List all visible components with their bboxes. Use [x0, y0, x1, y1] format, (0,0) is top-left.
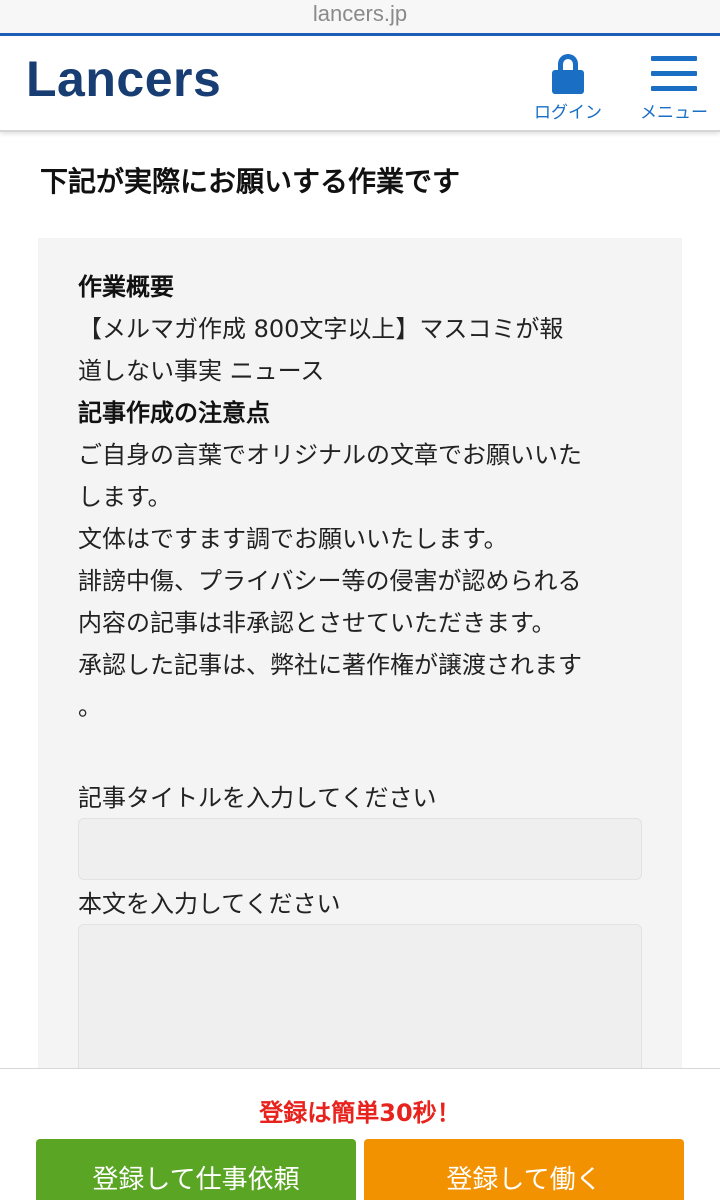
lock-icon [552, 54, 584, 94]
register-client-button[interactable]: 登録して仕事依頼 [36, 1139, 356, 1200]
menu-label: メニュー [640, 103, 708, 123]
url-text: lancers.jp [312, 1, 408, 26]
article-title-label: 記事タイトルを入力してください [78, 784, 437, 812]
login-button[interactable]: ログイン [526, 54, 610, 123]
summary-line: 道しない事実 ニュース [78, 357, 325, 385]
site-header: Lancers ログイン メニュー [0, 36, 720, 132]
summary-heading: 作業概要 [78, 273, 174, 301]
lancers-logo[interactable]: Lancers [26, 50, 221, 108]
registration-footer: 登録は簡単30秒！ 登録して仕事依頼 登録して働く [0, 1068, 720, 1200]
summary-line: 【メルマガ作成 800文字以上】マスコミが報 [78, 315, 564, 343]
notes-line: 内容の記事は非承認とさせていただきます。 [78, 609, 556, 637]
notes-line: ご自身の言葉でオリジナルの文章でお願いいた [78, 441, 582, 469]
article-body-label: 本文を入力してください [78, 890, 341, 918]
notes-line: 文体はですます調でお願いいたします。 [78, 525, 508, 553]
notes-line: 誹謗中傷、プライバシー等の侵害が認められる [78, 567, 582, 595]
task-description: 作業概要 【メルマガ作成 800文字以上】マスコミが報 道しない事実 ニュース … [78, 266, 648, 728]
promo-text: 登録は簡単30秒！ [259, 1099, 461, 1127]
notes-line: 承認した記事は、弊社に著作権が譲渡されます [78, 651, 582, 679]
article-body-textarea[interactable] [78, 924, 642, 1084]
page-title: 下記が実際にお願いする作業です [40, 165, 461, 198]
register-worker-button[interactable]: 登録して働く [364, 1139, 684, 1200]
login-label: ログイン [534, 103, 602, 123]
hamburger-icon [651, 54, 697, 94]
browser-url-bar[interactable]: lancers.jp [0, 0, 720, 36]
notes-line: します。 [78, 483, 172, 511]
task-detail-card: 作業概要 【メルマガ作成 800文字以上】マスコミが報 道しない事実 ニュース … [38, 238, 682, 1084]
menu-button[interactable]: メニュー [634, 54, 714, 123]
notes-line: 。 [78, 693, 102, 721]
article-title-input[interactable] [78, 818, 642, 880]
notes-heading: 記事作成の注意点 [78, 399, 270, 427]
